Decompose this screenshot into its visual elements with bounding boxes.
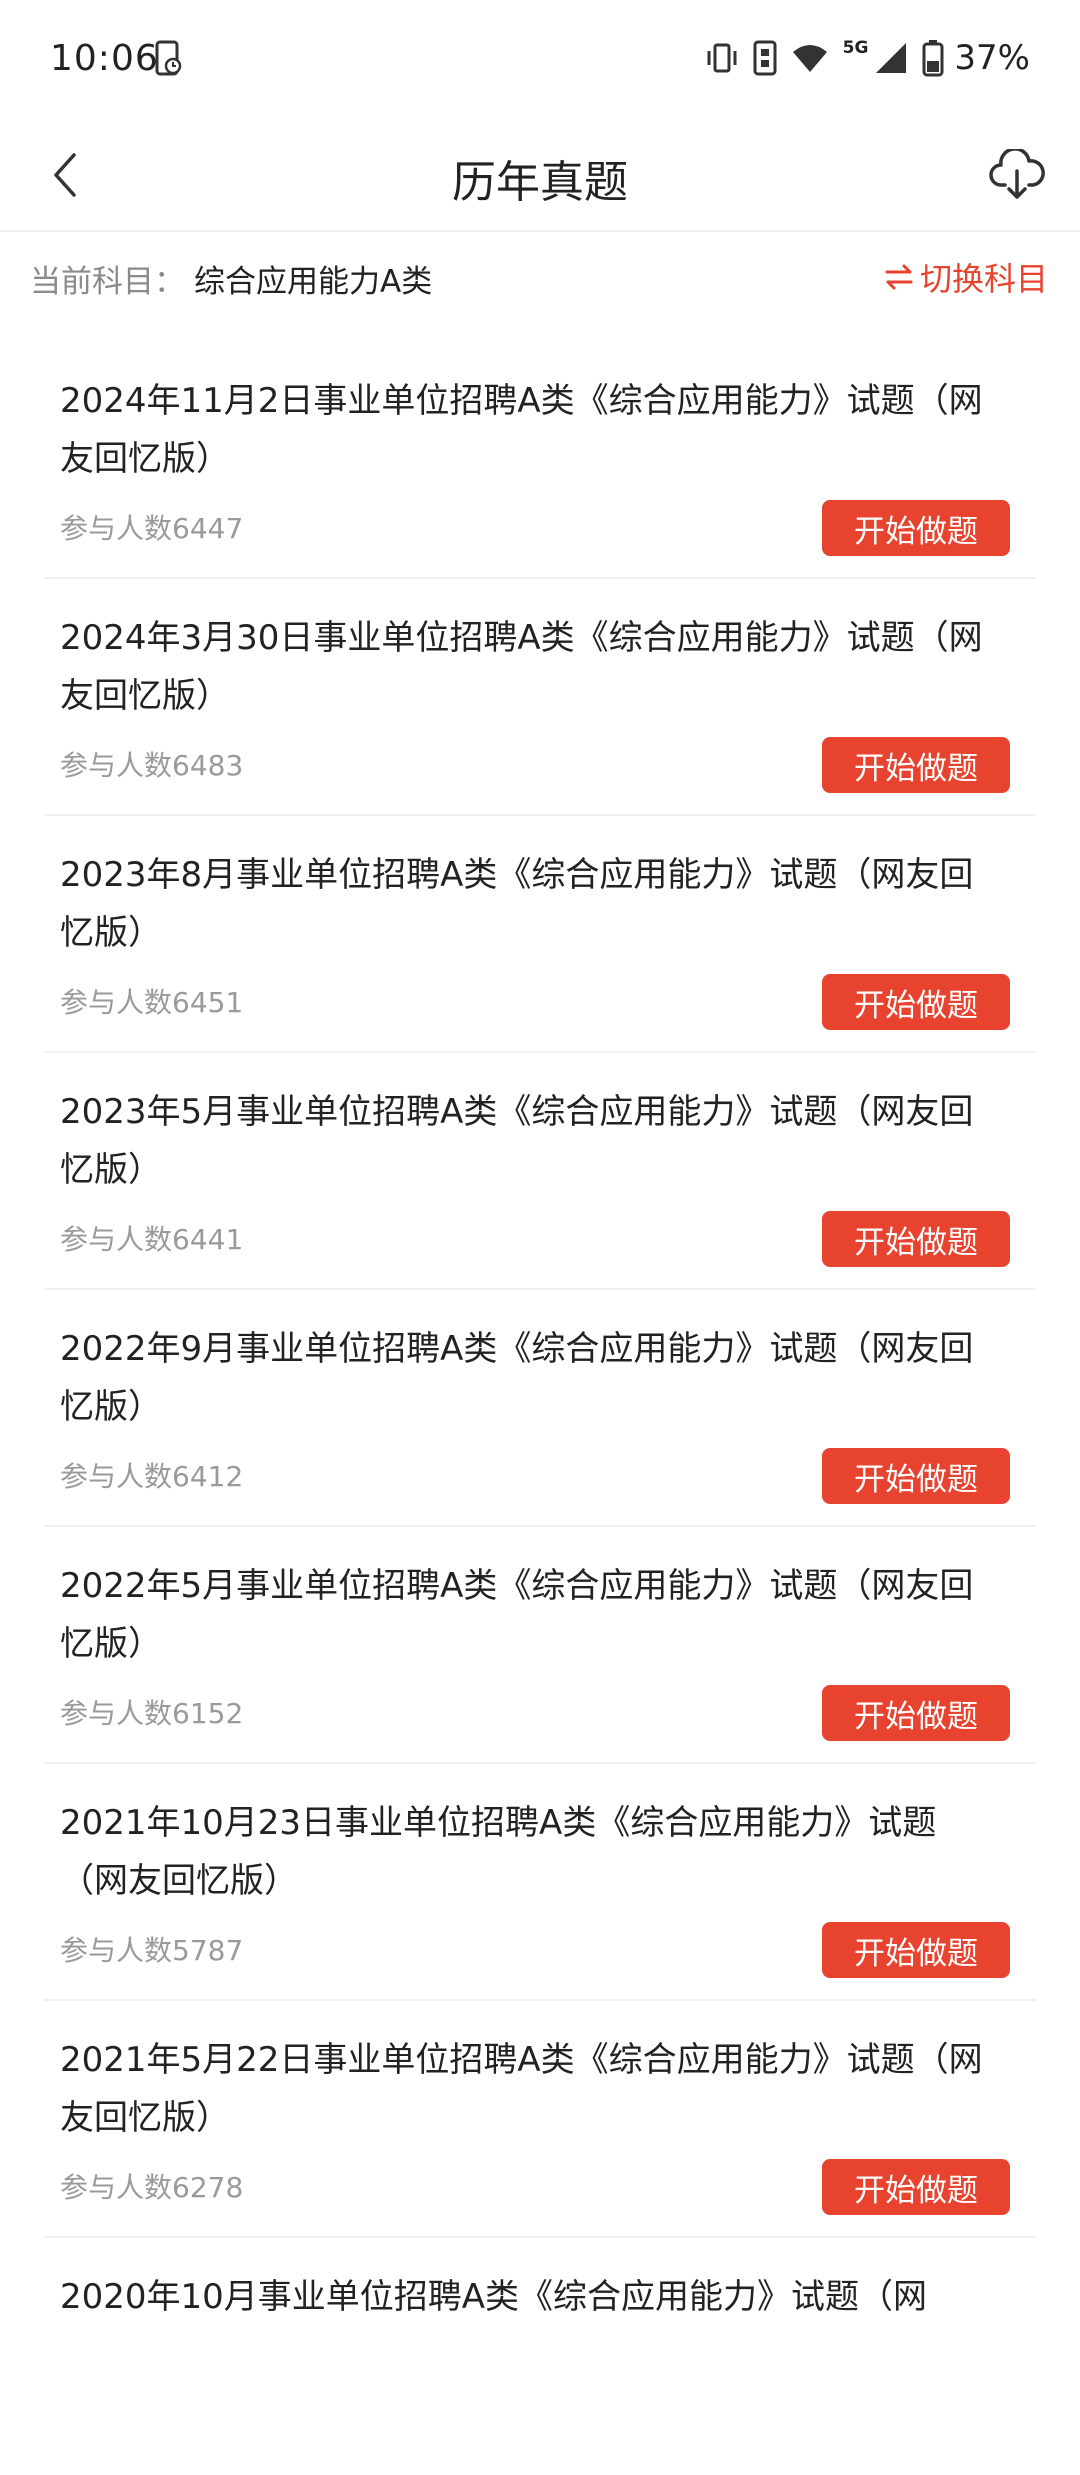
list-item[interactable]: 2021年10月23日事业单位招聘A类《综合应用能力》试题（网友回忆版） 参与人… [0,1764,1080,2001]
nav-header: 历年真题 [0,120,1080,230]
start-practice-button[interactable]: 开始做题 [822,974,1010,1030]
participant-count: 参与人数6278 [60,2171,244,2204]
status-time: 10:06 [50,38,159,79]
page-title: 历年真题 [452,157,628,208]
signal-icon [876,43,907,73]
paper-title: 2021年5月22日事业单位招聘A类《综合应用能力》试题（网友回忆版） [60,2040,983,2138]
start-practice-button[interactable]: 开始做题 [822,2159,1010,2215]
list-item[interactable]: 2021年5月22日事业单位招聘A类《综合应用能力》试题（网友回忆版） 参与人数… [0,2001,1080,2238]
start-practice-button[interactable]: 开始做题 [822,1922,1010,1978]
start-practice-button[interactable]: 开始做题 [822,500,1010,556]
start-practice-button[interactable]: 开始做题 [822,1685,1010,1741]
paper-list: 2024年11月2日事业单位招聘A类《综合应用能力》试题（网友回忆版） 参与人数… [0,342,1080,2475]
switch-subject-button[interactable]: 切换科目 [884,254,1048,300]
cloud-download-icon [989,149,1045,199]
paper-title: 2024年3月30日事业单位招聘A类《综合应用能力》试题（网友回忆版） [60,618,983,716]
paper-title: 2020年10月事业单位招聘A类《综合应用能力》试题（网 [60,2277,928,2317]
download-button[interactable] [982,140,1052,210]
status-bar: 10:06 5G 37% [0,0,1080,120]
participant-count: 参与人数6152 [60,1697,244,1730]
list-item[interactable]: 2023年8月事业单位招聘A类《综合应用能力》试题（网友回忆版） 参与人数645… [0,816,1080,1053]
participant-count: 参与人数5787 [60,1934,244,1967]
list-item[interactable]: 2020年10月事业单位招聘A类《综合应用能力》试题（网 [0,2238,1080,2475]
participant-count: 参与人数6451 [60,986,244,1019]
swap-icon [885,264,913,290]
list-item[interactable]: 2024年11月2日事业单位招聘A类《综合应用能力》试题（网友回忆版） 参与人数… [0,342,1080,579]
participant-count: 参与人数6447 [60,512,244,545]
vibrate-icon [707,43,737,73]
status-icons: 5G 37% [705,36,1030,80]
start-practice-button[interactable]: 开始做题 [822,1211,1010,1267]
battery-percent: 37% [954,38,1030,78]
subject-label: 当前科目： [30,264,185,300]
start-practice-button[interactable]: 开始做题 [822,1448,1010,1504]
network-type: 5G [842,38,869,58]
paper-title: 2021年10月23日事业单位招聘A类《综合应用能力》试题（网友回忆版） [60,1803,937,1901]
paper-title: 2023年8月事业单位招聘A类《综合应用能力》试题（网友回忆版） [60,855,974,953]
start-practice-button[interactable]: 开始做题 [822,737,1010,793]
paper-title: 2024年11月2日事业单位招聘A类《综合应用能力》试题（网友回忆版） [60,381,983,479]
participant-count: 参与人数6483 [60,749,244,782]
switch-subject-label: 切换科目 [919,260,1048,298]
paper-title: 2022年9月事业单位招聘A类《综合应用能力》试题（网友回忆版） [60,1329,974,1427]
sim-icon [753,40,777,76]
phone-icon [155,40,182,76]
battery-icon [922,40,944,77]
participant-count: 参与人数6441 [60,1223,244,1256]
subject-value: 综合应用能力A类 [194,264,433,300]
list-item[interactable]: 2022年9月事业单位招聘A类《综合应用能力》试题（网友回忆版） 参与人数641… [0,1290,1080,1527]
wifi-icon [792,45,827,72]
list-item[interactable]: 2023年5月事业单位招聘A类《综合应用能力》试题（网友回忆版） 参与人数644… [0,1053,1080,1290]
subject-bar: 当前科目： 综合应用能力A类 切换科目 [0,232,1080,320]
paper-title: 2022年5月事业单位招聘A类《综合应用能力》试题（网友回忆版） [60,1566,974,1664]
participant-count: 参与人数6412 [60,1460,244,1493]
paper-title: 2023年5月事业单位招聘A类《综合应用能力》试题（网友回忆版） [60,1092,974,1190]
list-item[interactable]: 2024年3月30日事业单位招聘A类《综合应用能力》试题（网友回忆版） 参与人数… [0,579,1080,816]
list-item[interactable]: 2022年5月事业单位招聘A类《综合应用能力》试题（网友回忆版） 参与人数615… [0,1527,1080,1764]
